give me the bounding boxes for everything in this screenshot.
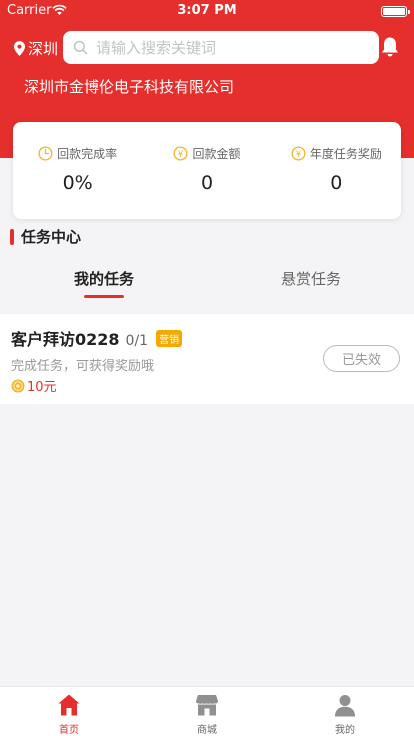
task-title-row: 客户拜访0228 0/1 营销 [11, 326, 183, 350]
search-bar[interactable] [63, 31, 379, 64]
tabbar-label: 首页 [59, 725, 79, 736]
section-title: 任务中心 [10, 226, 81, 247]
reward-amount: 10元 [27, 380, 57, 395]
stat-label: 回款金额 [192, 146, 241, 161]
task-card[interactable]: 客户拜访0228 0/1 营销 完成任务，可获得奖励哦 10元 已失效 [0, 314, 414, 404]
stat-annual-reward: ¥ 年度任务奖励 0 [272, 122, 401, 219]
task-tag-badge: 营销 [156, 330, 183, 347]
task-tabs: 我的任务 悬赏任务 [0, 260, 414, 304]
yen-icon: ¥ [291, 145, 306, 161]
stat-collection-amount: ¥ 回款金额 0 [142, 122, 271, 219]
expired-status-button[interactable]: 已失效 [323, 345, 400, 372]
active-tab-indicator [84, 295, 124, 298]
task-description: 完成任务，可获得奖励哦 [11, 359, 155, 374]
task-reward: 10元 [11, 376, 57, 395]
bell-icon[interactable] [380, 36, 400, 58]
yen-icon: ¥ [173, 145, 189, 161]
status-bar: Carrier 3:07 PM [0, 0, 414, 22]
stat-label: 年度任务奖励 [309, 146, 382, 161]
tabbar-item-shop[interactable]: 商城 [138, 687, 276, 736]
location-pin-icon [14, 40, 25, 56]
tab-bounty-tasks[interactable]: 悬赏任务 [241, 268, 381, 289]
stat-label: 回款完成率 [57, 146, 118, 161]
task-progress: 0/1 [125, 333, 149, 349]
user-icon [335, 695, 355, 717]
location-selector[interactable]: 深圳 [14, 38, 58, 58]
stats-card: 回款完成率 0% ¥ 回款金额 0 ¥ 年度任务奖励 0 [13, 122, 401, 219]
stat-collection-rate: 回款完成率 0% [13, 122, 142, 219]
company-name: 深圳市金博伦电子科技有限公司 [24, 78, 235, 96]
stat-value: 0 [200, 172, 214, 194]
search-input[interactable] [96, 38, 366, 57]
svg-text:¥: ¥ [178, 148, 184, 158]
section-accent-bar [10, 228, 14, 245]
tabbar-label: 商城 [197, 725, 217, 736]
shop-icon [196, 695, 218, 716]
stat-value: 0 [330, 172, 343, 194]
battery-icon [381, 6, 410, 17]
svg-text:¥: ¥ [296, 148, 302, 158]
tab-my-tasks[interactable]: 我的任务 [34, 268, 174, 289]
bottom-tab-bar: 首页 商城 我的 [0, 686, 414, 736]
task-title: 客户拜访0228 [11, 330, 120, 349]
section-title-text: 任务中心 [21, 228, 82, 246]
tabbar-item-profile[interactable]: 我的 [276, 687, 414, 736]
location-label: 深圳 [28, 39, 59, 58]
clock-icon [38, 145, 53, 161]
clock-time: 3:07 PM [177, 3, 237, 18]
tabbar-item-home[interactable]: 首页 [0, 687, 138, 736]
home-icon [58, 694, 80, 716]
search-icon [73, 40, 88, 55]
tabbar-label: 我的 [335, 725, 355, 736]
coin-icon [11, 379, 25, 392]
stat-value: 0% [62, 172, 93, 194]
